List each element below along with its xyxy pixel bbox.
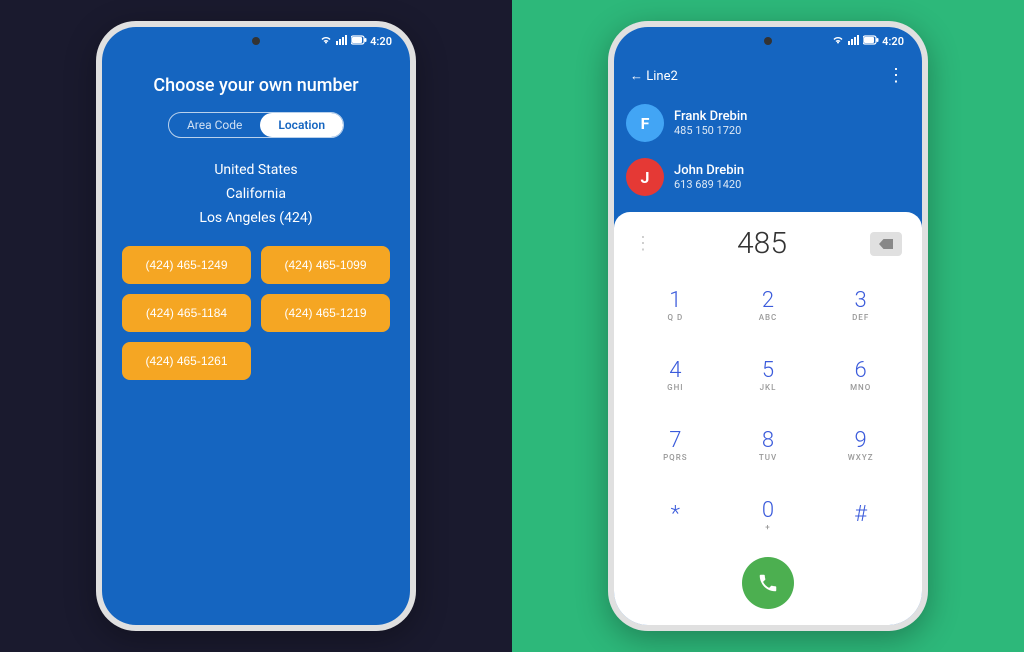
app-header: ← Line2 ⋮ [614,55,922,96]
dial-key-0[interactable]: 0 + [723,481,814,549]
tab-area-code[interactable]: Area Code [169,113,260,137]
tab-toggle: Area Code Location [168,112,344,138]
dial-number-8: 8 [762,428,774,454]
right-time: 4:20 [882,35,904,48]
contact-number-frank: 485 150 1720 [674,124,747,137]
dial-key-2[interactable]: 2 ABC [723,271,814,339]
right-signal-icon [848,35,860,48]
wifi-icon [319,35,333,48]
dial-number-1: 1 [669,288,681,314]
dial-number-3: 3 [855,288,867,314]
dial-letters-3: DEF [852,314,869,322]
dial-letters-9: WXYZ [848,454,874,462]
contact-name-john: John Drebin [674,163,744,178]
phone-number-btn-1[interactable]: (424) 465-1099 [261,246,390,284]
location-list: United States California Los Angeles (42… [122,158,390,230]
dial-number-hash: # [854,502,867,528]
dial-number-star: * [671,502,680,528]
status-right: 4:20 [319,35,392,48]
right-panel: 4:20 ← Line2 ⋮ F Frank Drebin 485 1 5 0 [512,0,1024,652]
contact-item-john[interactable]: J John Drebin 613 689 1420 [626,150,910,204]
dial-number-7: 7 [669,428,681,454]
contact-initial-frank: F [641,114,650,133]
dial-key-1[interactable]: 1 Q D [630,271,721,339]
dial-key-4[interactable]: 4 GHI [630,341,721,409]
dial-key-hash[interactable]: # [815,481,906,549]
dial-number-9: 9 [855,428,867,454]
dial-letters-5: JKL [760,384,777,392]
dial-key-star[interactable]: * [630,481,721,549]
dial-key-8[interactable]: 8 TUV [723,411,814,479]
more-menu-icon[interactable]: ⋮ [887,65,906,86]
contact-name-frank: Frank Drebin [674,109,747,124]
contact-avatar-frank: F [626,104,664,142]
dialpad-backspace-button[interactable] [870,232,902,256]
contact-item-frank[interactable]: F Frank Drebin 485 150 1720 [626,96,910,150]
dial-number-0: 0 [762,498,774,524]
call-button[interactable] [742,557,794,609]
left-screen: Choose your own number Area Code Locatio… [102,55,410,625]
location-item-country[interactable]: United States [122,158,390,182]
battery-icon [351,35,367,48]
phone-number-btn-4[interactable]: (424) 465-1261 [122,342,251,380]
contact-info-frank: Frank Drebin 485 150 1720 [674,109,747,137]
dial-letters-1: Q D [667,314,683,322]
left-status-bar: 4:20 [102,27,410,55]
right-wifi-icon [831,35,845,48]
tab-location[interactable]: Location [260,113,343,137]
contact-info-john: John Drebin 613 689 1420 [674,163,744,191]
dial-number-4: 4 [669,358,681,384]
left-time: 4:20 [370,35,392,48]
dial-key-6[interactable]: 6 MNO [815,341,906,409]
location-item-city[interactable]: Los Angeles (424) [122,206,390,230]
right-camera-notch [764,37,772,45]
phone-number-btn-3[interactable]: (424) 465-1219 [261,294,390,332]
phone-numbers-grid: (424) 465-1249 (424) 465-1099 (424) 465-… [122,246,390,380]
dial-letters-7: PQRS [663,454,688,462]
contact-initial-john: J [641,168,650,187]
dial-key-5[interactable]: 5 JKL [723,341,814,409]
dial-letters-8: TUV [759,454,777,462]
dial-letters-4: GHI [667,384,683,392]
contact-list: F Frank Drebin 485 150 1720 J John Drebi… [614,96,922,212]
dialpad-options-icon[interactable]: ⋮ [634,233,654,254]
dial-letters-6: MNO [850,384,871,392]
right-status-right: 4:20 [831,35,904,48]
dial-letters-0: + [765,524,770,532]
right-status-bar: 4:20 [614,27,922,55]
contact-number-john: 613 689 1420 [674,178,744,191]
dialpad-grid: 1 Q D 2 ABC 3 DEF 4 GHI [622,271,914,549]
camera-notch [252,37,260,45]
right-battery-icon [863,35,879,48]
dial-key-9[interactable]: 9 WXYZ [815,411,906,479]
dial-number-5: 5 [762,358,774,384]
camera-dot [252,37,260,45]
phone-number-btn-2[interactable]: (424) 465-1184 [122,294,251,332]
phone-number-btn-0[interactable]: (424) 465-1249 [122,246,251,284]
contact-avatar-john: J [626,158,664,196]
dialpad-input-row: ⋮ 485 [622,222,914,271]
location-item-state[interactable]: California [122,182,390,206]
dialpad-section: ⋮ 485 1 Q D 2 ABC [614,212,922,625]
screen-title: Choose your own number [153,75,358,96]
dial-number-2: 2 [762,288,774,314]
left-phone-frame: 4:20 Choose your own number Area Code Lo… [96,21,416,631]
dial-number-6: 6 [855,358,867,384]
right-camera-dot [764,37,772,45]
dialpad-input: 485 [654,226,870,261]
right-screen: ← Line2 ⋮ F Frank Drebin 485 150 1720 [614,55,922,625]
dial-key-7[interactable]: 7 PQRS [630,411,721,479]
signal-icon [336,35,348,48]
dial-key-3[interactable]: 3 DEF [815,271,906,339]
right-phone-frame: 4:20 ← Line2 ⋮ F Frank Drebin 485 1 5 0 [608,21,928,631]
dial-letters-2: ABC [759,314,778,322]
left-panel: 4:20 Choose your own number Area Code Lo… [0,0,512,652]
back-button[interactable]: ← Line2 [630,68,678,84]
